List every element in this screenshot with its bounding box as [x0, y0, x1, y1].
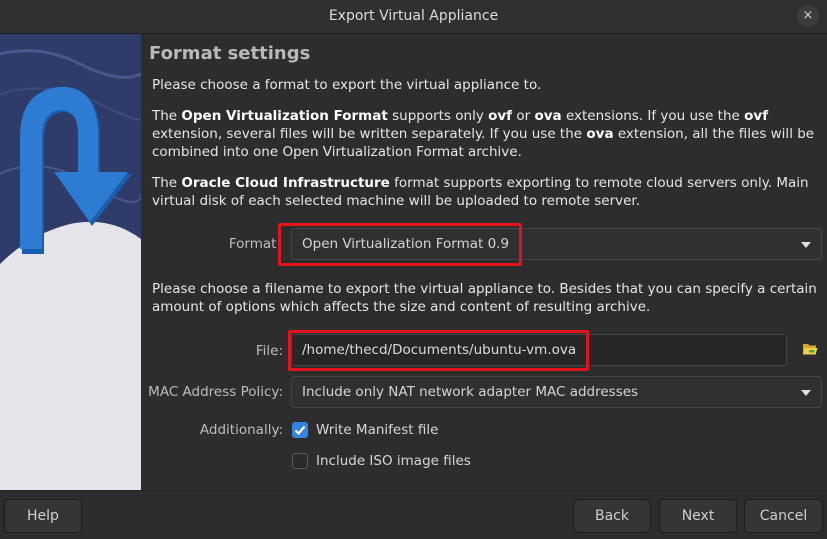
- file-highlight: [288, 330, 589, 371]
- mac-policy-label: MAC Address Policy:: [148, 384, 283, 400]
- button-bar: Help Back Next Cancel: [0, 490, 827, 539]
- chevron-down-icon: [801, 390, 811, 396]
- page-heading: Format settings: [149, 43, 311, 64]
- close-button[interactable]: ×: [797, 5, 819, 27]
- ovf-description: The Open Virtualization Format supports …: [152, 108, 815, 160]
- back-button[interactable]: Back: [573, 499, 651, 533]
- write-manifest-label[interactable]: Write Manifest file: [316, 422, 438, 438]
- next-button[interactable]: Next: [659, 499, 737, 533]
- file-description: Please choose a filename to export the v…: [152, 281, 817, 315]
- cancel-button[interactable]: Cancel: [744, 499, 823, 533]
- folder-open-icon[interactable]: [802, 342, 818, 356]
- mac-policy-select[interactable]: Include only NAT network adapter MAC add…: [291, 376, 822, 408]
- intro-text: Please choose a format to export the vir…: [152, 77, 542, 93]
- wizard-side-image: [0, 34, 141, 490]
- additionally-label: Additionally:: [199, 422, 283, 438]
- window-title: Export Virtual Appliance: [328, 8, 499, 24]
- title-bar: Export Virtual Appliance ×: [0, 0, 827, 34]
- content-pane: Format settings Please choose a format t…: [141, 34, 827, 490]
- chevron-down-icon: [801, 242, 811, 248]
- mac-policy-value: Include only NAT network adapter MAC add…: [302, 384, 639, 400]
- write-manifest-checkbox[interactable]: [292, 422, 308, 438]
- include-iso-label[interactable]: Include ISO image files: [316, 453, 471, 469]
- close-icon: ×: [802, 8, 814, 23]
- help-button[interactable]: Help: [4, 499, 82, 533]
- wizard-illustration: [0, 34, 141, 490]
- file-label: File:: [255, 343, 283, 359]
- include-iso-checkbox[interactable]: [292, 453, 308, 469]
- checkmark-icon: [294, 425, 306, 436]
- format-highlight: [278, 223, 522, 266]
- format-label: Format:: [228, 236, 281, 252]
- oci-description: The Oracle Cloud Infrastructure format s…: [152, 175, 809, 209]
